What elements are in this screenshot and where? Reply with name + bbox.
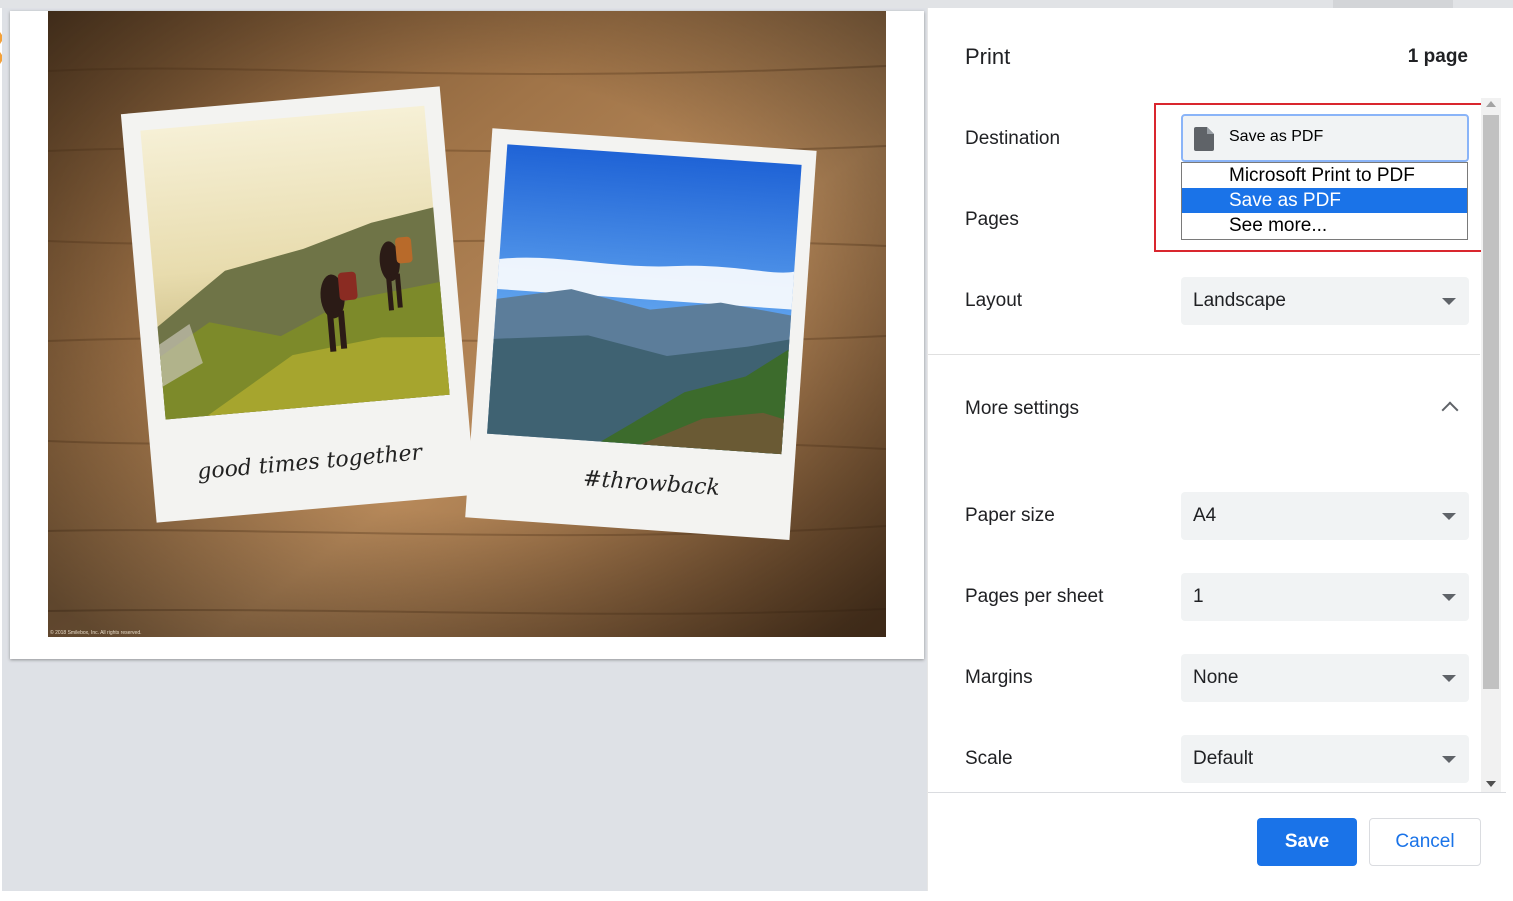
layout-select[interactable]: Landscape: [1181, 277, 1469, 325]
settings-scrollbar[interactable]: [1481, 98, 1501, 792]
window-bottom-edge: [0, 891, 1513, 901]
layout-value: Landscape: [1193, 290, 1286, 311]
destination-label: Destination: [965, 128, 1061, 149]
margins-select[interactable]: None: [1181, 654, 1469, 702]
paper-size-label: Paper size: [965, 505, 1055, 526]
dropdown-arrow-icon: [1442, 594, 1456, 601]
print-settings-panel: Print 1 page Destination Save as PDF Mic…: [927, 8, 1506, 891]
page-count: 1 page: [1407, 46, 1468, 67]
window-top-strip: [0, 0, 1513, 8]
pages-per-sheet-label: Pages per sheet: [965, 586, 1104, 607]
pages-per-sheet-select[interactable]: 1: [1181, 573, 1469, 621]
scale-value: Default: [1193, 748, 1254, 769]
dialog-title: Print: [965, 44, 1011, 69]
preview-photo-collage: good times together #throwback © 2018 Sm…: [48, 11, 886, 637]
scale-select[interactable]: Default: [1181, 735, 1469, 783]
layout-label: Layout: [965, 290, 1023, 311]
dropdown-arrow-icon: [1442, 513, 1456, 520]
cancel-button[interactable]: Cancel: [1369, 818, 1481, 866]
scrollbar-thumb[interactable]: [1483, 115, 1499, 689]
section-divider: [928, 354, 1480, 355]
scale-label: Scale: [965, 748, 1013, 769]
scroll-up-arrow-icon[interactable]: [1486, 101, 1496, 107]
copyright-text: © 2018 Smilebox, Inc. All rights reserve…: [50, 630, 142, 636]
dropdown-arrow-icon: [1442, 675, 1456, 682]
more-settings-toggle[interactable]: More settings: [965, 398, 1079, 420]
dialog-footer: Save Cancel: [928, 792, 1506, 891]
dropdown-arrow-icon: [1442, 298, 1456, 305]
pages-per-sheet-value: 1: [1193, 586, 1204, 607]
highlight-annotation-box: [1154, 103, 1501, 252]
print-dialog: good times together #throwback © 2018 Sm…: [0, 0, 1513, 901]
chevron-up-icon[interactable]: [1441, 401, 1459, 419]
dropdown-arrow-icon: [1442, 756, 1456, 763]
pages-label: Pages: [965, 209, 1019, 230]
margins-value: None: [1193, 667, 1239, 688]
preview-page: good times together #throwback © 2018 Sm…: [10, 11, 924, 659]
save-button[interactable]: Save: [1257, 818, 1357, 866]
scroll-down-arrow-icon[interactable]: [1486, 781, 1496, 787]
paper-size-value: A4: [1193, 505, 1217, 526]
margins-label: Margins: [965, 667, 1033, 688]
print-preview-area: good times together #throwback © 2018 Sm…: [2, 8, 927, 891]
paper-size-select[interactable]: A4: [1181, 492, 1469, 540]
